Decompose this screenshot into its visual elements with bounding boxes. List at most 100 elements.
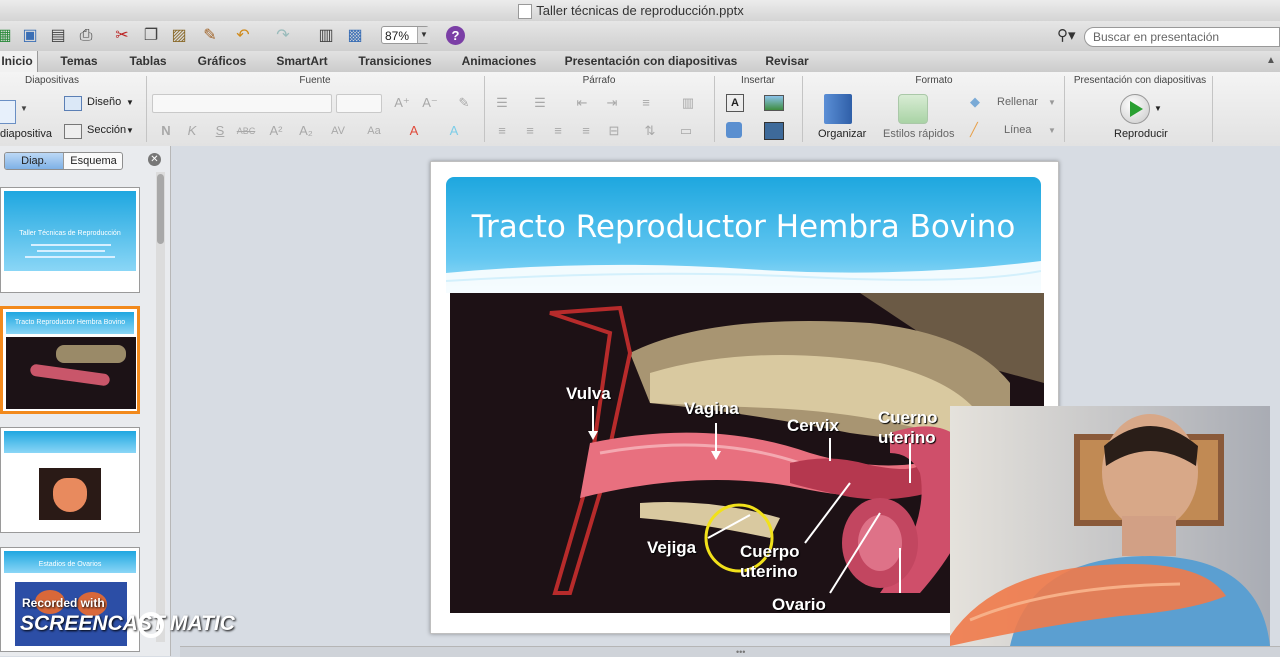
strike-button[interactable]: ABC [236,122,256,140]
quick-styles-icon[interactable] [898,94,928,124]
tab-inicio[interactable]: Inicio [0,51,38,72]
arrange-button[interactable]: Organizar [818,128,866,140]
tab-temas[interactable]: Temas [50,51,108,72]
chevron-down-icon[interactable]: ▼ [126,126,134,135]
tab-transiciones[interactable]: Transiciones [348,51,442,72]
search-icon[interactable]: ⚲▾ [1057,26,1081,46]
align-right-icon[interactable]: ≡ [548,122,568,140]
copy-icon[interactable]: ❐ [141,26,161,46]
underline-button[interactable]: S [210,122,230,140]
text-effects-button[interactable]: A [444,122,464,140]
indent-icon[interactable]: ⇥ [602,94,622,112]
superscript-button[interactable]: A² [266,122,286,140]
new-slide-icon[interactable]: ▦ [0,26,14,46]
tab-presentacion[interactable]: Presentación con diapositivas [556,51,746,72]
chevron-down-icon[interactable]: ▼ [417,27,430,43]
shape-icon[interactable] [726,122,742,138]
line-spacing-icon[interactable]: ≡ [636,94,656,112]
label-cuerpo-uterino: Cuerpo uterino [740,542,800,581]
fill-icon[interactable]: ◆ [970,94,986,109]
chevron-down-icon[interactable]: ▼ [20,104,28,113]
clear-format-icon[interactable]: ✎ [454,94,474,112]
group-title-slides: Diapositivas [25,75,79,86]
horizontal-scrollbar[interactable]: ••• [180,646,1280,657]
redo-icon[interactable]: ↷ [273,26,293,46]
close-icon[interactable]: ✕ [148,153,161,166]
outdent-icon[interactable]: ⇤ [572,94,592,112]
collapse-ribbon-icon[interactable]: ▲ [1266,55,1276,66]
tab-tablas[interactable]: Tablas [118,51,178,72]
show-icon[interactable]: ▩ [345,26,365,46]
columns-icon[interactable]: ▥ [678,94,698,112]
case-button[interactable]: Aa [364,122,384,140]
tab-slides[interactable]: Diap. [5,153,63,169]
slide-sorter-icon[interactable]: ▥ [316,26,336,46]
line-icon[interactable]: ╱ [970,122,988,138]
format-painter-icon[interactable]: ✎ [200,26,220,46]
subscript-button[interactable]: A₂ [296,122,316,140]
italic-button[interactable]: K [182,122,202,140]
design-button[interactable]: Diseño [87,96,121,108]
text-box-icon[interactable]: A [726,94,744,112]
line-button[interactable]: Línea [1004,124,1032,136]
chevron-down-icon[interactable]: ▼ [1048,98,1056,107]
grow-font-icon[interactable]: A⁺ [392,94,412,112]
screencast-watermark: Recorded with SCREENCAST MATIC [14,596,244,646]
font-size-field[interactable] [336,94,382,113]
tab-outline[interactable]: Esquema [63,153,122,169]
save-icon[interactable]: ▤ [48,26,68,46]
templates-icon[interactable]: ▣ [20,26,40,46]
align-center-icon[interactable]: ≡ [520,122,540,140]
quick-styles-button[interactable]: Estilos rápidos [883,128,955,140]
group-title-slideshow: Presentación con diapositivas [1073,75,1207,86]
slide-thumbnail-2[interactable]: Tracto Reproductor Hembra Bovino [0,306,140,414]
font-color-button[interactable]: A [404,122,424,140]
distribute-icon[interactable]: ⊟ [604,122,624,140]
slide-title[interactable]: Tracto Reproductor Hembra Bovino [446,209,1041,245]
play-icon[interactable] [1120,94,1150,124]
play-button[interactable]: Reproducir [1114,128,1168,140]
slide-thumbnail-1[interactable]: Taller Técnicas de Reproducción [0,187,140,293]
cut-icon[interactable]: ✂ [112,26,132,46]
tab-revisar[interactable]: Revisar [756,51,818,72]
tab-smartart[interactable]: SmartArt [266,51,338,72]
chevron-down-icon[interactable]: ▼ [1048,126,1056,135]
text-direction-icon[interactable]: ⇅ [640,122,660,140]
print-icon[interactable]: ⎙ [76,26,96,46]
font-name-field[interactable] [152,94,332,113]
window-titlebar: Taller técnicas de reproducción.pptx [0,0,1280,22]
paste-icon[interactable]: ▨ [169,26,189,46]
section-button[interactable]: Sección [87,124,126,136]
fill-button[interactable]: Rellenar [997,96,1038,108]
spacing-button[interactable]: AV [328,122,348,140]
new-slide-label[interactable]: diapositiva [0,128,52,140]
slide-thumbnail-3[interactable] [0,427,140,533]
tab-graficos[interactable]: Gráficos [188,51,256,72]
help-icon[interactable]: ? [446,26,465,45]
bold-button[interactable]: N [156,122,176,140]
align-left-icon[interactable]: ≡ [492,122,512,140]
numbering-icon[interactable]: ☰ [530,94,550,112]
justify-icon[interactable]: ≡ [576,122,596,140]
shrink-font-icon[interactable]: A⁻ [420,94,440,112]
new-slide-icon[interactable] [0,100,16,124]
picture-icon[interactable] [764,95,784,111]
pane-scrollbar-thumb[interactable] [157,174,164,244]
search-input[interactable]: Buscar en presentación [1084,27,1280,47]
group-title-font: Fuente [299,75,331,86]
chevron-down-icon[interactable]: ▼ [126,98,134,107]
undo-icon[interactable]: ↶ [233,26,253,46]
watermark-logo-icon [138,612,164,638]
align-text-icon[interactable]: ▭ [676,122,696,140]
media-icon[interactable] [764,122,784,140]
bullets-icon[interactable]: ☰ [492,94,512,112]
watermark-line1: Recorded with [22,596,105,610]
label-cervix: Cervix [787,416,839,435]
chevron-down-icon[interactable]: ▼ [1154,104,1162,113]
watermark-line3: MATIC [170,612,235,635]
layout-icon [64,96,82,111]
webcam-overlay [950,406,1270,646]
arrange-icon[interactable] [824,94,852,124]
label-vejiga: Vejiga [647,538,697,557]
tab-animaciones[interactable]: Animaciones [452,51,546,72]
